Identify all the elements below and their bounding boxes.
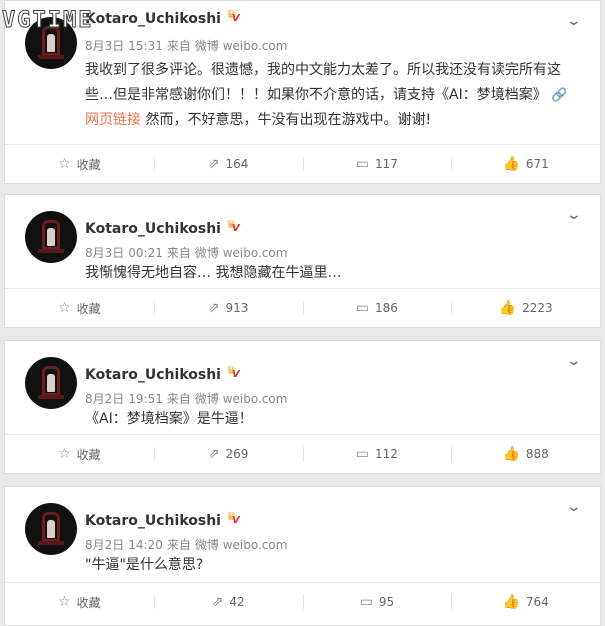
username[interactable]: Kotaro_Uchikoshi ♛ V	[85, 218, 244, 237]
repost-icon: ⇗	[211, 594, 224, 610]
vip-badge-icon: ♛ V	[225, 364, 240, 380]
chevron-down-icon[interactable]: ⌄	[566, 13, 582, 29]
username[interactable]: Kotaro_Uchikoshi ♛ V	[85, 510, 244, 529]
web-link[interactable]: 网页链接	[85, 112, 141, 128]
action-bar: ☆ 收藏 ⇗ 42 ▭ 95 👍 764	[5, 582, 600, 621]
post-meta: 8月3日 00:21 来自 微博 weibo.com	[85, 246, 288, 260]
action-bar: ☆ 收藏 ⇗ 913 ▭ 186 👍 2223	[5, 288, 600, 327]
star-outline-icon: ☆	[58, 446, 71, 462]
post-source[interactable]: 微博 weibo.com	[195, 538, 288, 552]
favorite-button[interactable]: ☆ 收藏	[5, 435, 154, 473]
post-date[interactable]: 8月2日	[85, 538, 124, 552]
repost-icon: ⇗	[207, 446, 220, 462]
post-text: 《AI：梦境档案》是牛逼！	[85, 411, 253, 427]
avatar[interactable]	[25, 211, 77, 263]
post-time[interactable]: 14:20	[128, 538, 163, 552]
repost-button[interactable]: ⇗ 42	[153, 583, 303, 621]
post-date[interactable]: 8月3日	[85, 39, 124, 53]
post-source[interactable]: 微博 weibo.com	[195, 39, 288, 53]
thumbs-up-icon: 👍	[498, 300, 517, 316]
post-source[interactable]: 微博 weibo.com	[195, 392, 288, 406]
post-time[interactable]: 00:21	[128, 246, 163, 260]
like-button[interactable]: 👍 764	[451, 583, 600, 621]
like-button[interactable]: 👍 671	[451, 145, 600, 183]
chevron-down-icon[interactable]: ⌄	[566, 207, 582, 223]
comment-icon: ▭	[355, 300, 370, 316]
weibo-post: Kotaro_Uchikoshi ♛ V 8月2日 19:51 来自 微博 weibo.c…	[4, 340, 601, 474]
post-date[interactable]: 8月3日	[85, 246, 124, 260]
comment-icon: ▭	[355, 156, 370, 172]
weibo-post: Kotaro_Uchikoshi ♛ V 8月3日 15:31 来自 微博 weibo.c…	[4, 0, 601, 184]
post-date[interactable]: 8月2日	[85, 392, 124, 406]
weibo-post: Kotaro_Uchikoshi ♛ V 8月3日 00:21 来自 微博 weibo.c…	[4, 194, 601, 328]
repost-button[interactable]: ⇗ 913	[153, 289, 303, 327]
repost-icon: ⇗	[207, 300, 220, 316]
thumbs-up-icon: 👍	[502, 594, 520, 610]
comment-button[interactable]: ▭ 112	[302, 435, 452, 473]
username[interactable]: Kotaro_Uchikoshi ♛ V	[85, 8, 244, 27]
post-text: "牛逼"是什么意思?	[85, 557, 204, 573]
weibo-post: Kotaro_Uchikoshi ♛ V 8月2日 14:20 来自 微博 weibo.c…	[4, 486, 601, 626]
comment-button[interactable]: ▭ 95	[302, 583, 452, 621]
action-bar: ☆ 收藏 ⇗ 269 ▭ 112 👍 888	[5, 434, 600, 473]
post-source[interactable]: 微博 weibo.com	[195, 246, 288, 260]
comment-icon: ▭	[359, 594, 373, 610]
thumbs-up-icon: 👍	[502, 446, 520, 462]
vip-badge-icon: ♛ V	[225, 8, 240, 24]
favorite-button[interactable]: ☆ 收藏	[5, 289, 154, 327]
post-time[interactable]: 15:31	[128, 39, 163, 53]
username[interactable]: Kotaro_Uchikoshi ♛ V	[85, 364, 244, 383]
watermark-logo: VGTIME	[1, 8, 94, 34]
comment-button[interactable]: ▭ 117	[302, 145, 452, 183]
comment-icon: ▭	[355, 446, 370, 462]
repost-icon: ⇗	[207, 156, 220, 172]
vip-badge-icon: ♛ V	[225, 510, 240, 526]
chevron-down-icon[interactable]: ⌄	[566, 353, 582, 369]
favorite-button[interactable]: ☆ 收藏	[5, 583, 154, 621]
like-button[interactable]: 👍 2223	[451, 289, 600, 327]
post-meta: 8月2日 19:51 来自 微博 weibo.com	[85, 392, 288, 406]
like-button[interactable]: 👍 888	[451, 435, 600, 473]
avatar[interactable]	[25, 503, 77, 555]
chevron-down-icon[interactable]: ⌄	[566, 499, 582, 515]
post-meta: 8月2日 14:20 来自 微博 weibo.com	[85, 538, 288, 552]
post-time[interactable]: 19:51	[128, 392, 163, 406]
repost-button[interactable]: ⇗ 164	[153, 145, 303, 183]
vip-badge-icon: ♛ V	[225, 218, 240, 234]
post-text: 我惭愧得无地自容… 我想隐藏在牛逼里…	[85, 265, 342, 281]
repost-button[interactable]: ⇗ 269	[153, 435, 303, 473]
star-outline-icon: ☆	[58, 300, 71, 316]
post-text: 我收到了很多评论。很遗憾，我的中文能力太差了。所以我还没有读完所有这 些…但是非…	[85, 62, 568, 128]
star-outline-icon: ☆	[58, 156, 71, 172]
comment-button[interactable]: ▭ 186	[302, 289, 452, 327]
thumbs-up-icon: 👍	[502, 156, 520, 172]
link-icon: 🔗	[551, 88, 568, 103]
post-meta: 8月3日 15:31 来自 微博 weibo.com	[85, 39, 288, 53]
action-bar: ☆ 收藏 ⇗ 164 ▭ 117 👍 671	[5, 144, 600, 183]
favorite-button[interactable]: ☆ 收藏	[5, 145, 154, 183]
star-outline-icon: ☆	[58, 594, 71, 610]
avatar[interactable]	[25, 357, 77, 409]
